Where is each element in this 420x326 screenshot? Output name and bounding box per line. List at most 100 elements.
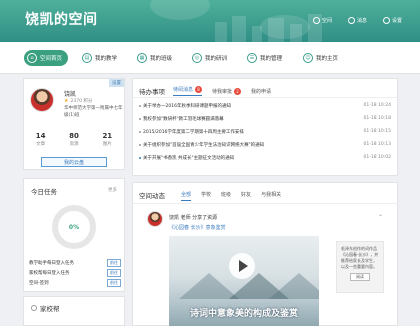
today-tasks-panel: 今日任务 更多 0% 教学助手每日登入任务 前往 家校帮每日登入任务 前往 空间…	[23, 178, 125, 292]
header-tool-label: 空间	[321, 18, 332, 24]
avatar[interactable]	[30, 88, 54, 112]
message-icon	[347, 17, 355, 24]
stat-number: 21	[102, 132, 113, 140]
header-decor-cloud	[150, 0, 210, 20]
bullet-icon	[139, 131, 141, 133]
task-go-button[interactable]: 前往	[107, 269, 121, 277]
stat-number: 80	[69, 132, 79, 140]
nav-label: 我的管理	[260, 56, 283, 62]
todo-item[interactable]: 关于组织参加"首届全国青少年学生法治知识网络大赛"的通知 01-18 10:13	[139, 142, 391, 148]
todo-text: 关于举办一2016年秋季科研课题申报的通知	[143, 104, 231, 109]
todo-date: 01-18 10:18	[363, 116, 391, 121]
tab-unread-messages[interactable]: 待阅消息 8	[173, 86, 203, 96]
todo-item[interactable]: 2015/2016学年度第二学期第十四周主要工作安排 01-18 10:15	[139, 129, 391, 135]
star-icon: ★	[64, 98, 69, 104]
tab-label: 待我审批	[212, 88, 233, 95]
tab-class[interactable]: 班级	[221, 191, 231, 201]
count-badge: 2	[234, 87, 242, 95]
stat-label: 文章	[36, 142, 46, 147]
space-feed-panel: 空间动态 全部 学校 班级 好友 与我相关 饶凯 老师 分享了资源 《沁园春 长…	[132, 182, 398, 326]
tab-label: 我的申请	[251, 88, 272, 95]
tab-my-applications[interactable]: 我的申请	[251, 86, 271, 96]
todo-text: 关于开展"书香凯 共成长"主题征文活动的通知	[143, 156, 235, 161]
profile-points: ★ 2370 积分	[64, 98, 92, 104]
training-icon: ◎	[192, 53, 202, 63]
post-author: 饶凯 老师 分享了资源	[169, 215, 218, 221]
my-cloud-button[interactable]: 我的云盘	[41, 157, 107, 167]
header-tool-label: 设置	[391, 18, 402, 24]
header-settings-link[interactable]: 设置	[382, 17, 402, 24]
divider	[133, 97, 397, 98]
home-icon	[312, 17, 320, 24]
nav-my-homepage[interactable]: ☺ 我的主页	[303, 50, 338, 66]
tab-pending-approval[interactable]: 待我审批 2	[212, 86, 242, 96]
task-go-button[interactable]: 前往	[107, 279, 121, 287]
task-label: 家校帮每日登入任务	[29, 271, 70, 276]
bullet-icon	[139, 118, 141, 120]
chevron-down-icon[interactable]: ⌄	[378, 211, 383, 218]
todo-item[interactable]: 关于开展"书香凯 共成长"主题征文活动的通知 01-18 10:02	[139, 155, 391, 161]
todo-date: 01-18 10:15	[363, 129, 391, 134]
profile-school: 华中师范大学第一附属中七年级(1)班	[64, 106, 123, 118]
mountain-decor	[269, 273, 319, 299]
todo-title: 待办事项	[139, 88, 165, 96]
alumni-panel: 家校帮	[23, 296, 125, 326]
header-tools: 空间 消息 设置	[312, 17, 402, 24]
stat-resources[interactable]: 80 资源	[57, 132, 90, 147]
read-button[interactable]: 阅读	[350, 273, 370, 281]
bullet-icon	[139, 157, 141, 159]
nav-my-management[interactable]: ☰ 我的管理	[247, 50, 282, 66]
points-text: 2370 积分	[70, 99, 93, 104]
play-icon[interactable]	[229, 253, 255, 279]
todo-tabs: 待阅消息 8 待我审批 2 我的申请	[173, 86, 271, 96]
todo-date: 01-18 10:13	[363, 142, 391, 147]
space-title: 饶凯的空间	[25, 12, 98, 28]
task-label: 空间-签到	[29, 281, 49, 286]
resource-summary-text: 毛泽东创作的词作品《沁园春·长沙》，并推荐给家长及学生，以及一些重要内容。	[341, 246, 379, 269]
tasks-title: 今日任务	[31, 188, 57, 196]
todo-item[interactable]: 我校参加"数研杯"教工羽毛球赛圆满落幕 01-18 10:18	[139, 116, 391, 122]
stat-images[interactable]: 21 图片	[91, 132, 124, 147]
header-space-link[interactable]: 空间	[312, 17, 332, 24]
stat-label: 资源	[69, 142, 79, 147]
profile-settings-tag[interactable]: 设置	[109, 79, 124, 87]
bullet-icon	[139, 105, 141, 107]
tab-all[interactable]: 全部	[181, 191, 192, 201]
count-badge: 8	[195, 86, 203, 93]
alumni-header[interactable]: 家校帮	[31, 303, 60, 313]
nav-label: 我的班级	[150, 56, 173, 62]
avatar[interactable]	[147, 211, 163, 227]
manage-icon: ☰	[247, 53, 257, 63]
tasks-more-link[interactable]: 更多	[108, 187, 117, 193]
tab-school[interactable]: 学校	[201, 191, 211, 201]
feed-tabs: 全部 学校 班级 好友 与我相关	[181, 191, 281, 201]
divider	[133, 203, 397, 204]
nav-my-class[interactable]: ▦ 我的班级	[137, 50, 172, 66]
task-go-button[interactable]: 前往	[107, 259, 121, 267]
nav-my-teaching[interactable]: ▤ 我的教学	[82, 50, 117, 66]
nav-label: 空间首页	[40, 56, 63, 62]
task-progress-ring: 0%	[52, 205, 96, 249]
tab-related-to-me[interactable]: 与我相关	[261, 191, 281, 201]
task-progress-value: 0%	[68, 223, 80, 231]
header-message-link[interactable]: 消息	[347, 17, 367, 24]
task-row: 家校帮每日登入任务 前往	[29, 269, 121, 277]
book-icon: ▤	[82, 53, 92, 63]
nav-my-training[interactable]: ◎ 我的研训	[192, 50, 227, 66]
user-icon: ☺	[303, 53, 313, 63]
nav-label: 我的主页	[316, 56, 339, 62]
main-nav: ⌂ 空间首页 ▤ 我的教学 ▦ 我的班级 ◎ 我的研训 ☰ 我的管理 ☺ 我的主…	[0, 42, 420, 74]
todo-text: 我校参加"数研杯"教工羽毛球赛圆满落幕	[143, 117, 224, 122]
bullet-icon	[139, 144, 141, 146]
task-label: 教学助手每日登入任务	[29, 261, 74, 266]
todo-item[interactable]: 关于举办一2016年秋季科研课题申报的通知 01-18 10:24	[139, 103, 391, 109]
profile-name: 饶凯	[64, 91, 77, 98]
todo-text: 关于组织参加"首届全国青少年学生法治知识网络大赛"的通知	[143, 143, 265, 148]
profile-stats: 14 文章 80 资源 21 图片	[24, 132, 124, 147]
alumni-title: 家校帮	[40, 305, 60, 313]
stat-articles[interactable]: 14 文章	[24, 132, 57, 147]
nav-space-home[interactable]: ⌂ 空间首页	[24, 50, 69, 66]
post-resource-link[interactable]: 《沁园春 长沙》意象鉴赏	[169, 224, 226, 231]
tab-friends[interactable]: 好友	[241, 191, 251, 201]
video-player[interactable]: 诗词中意象美的构成及鉴赏	[169, 236, 319, 326]
